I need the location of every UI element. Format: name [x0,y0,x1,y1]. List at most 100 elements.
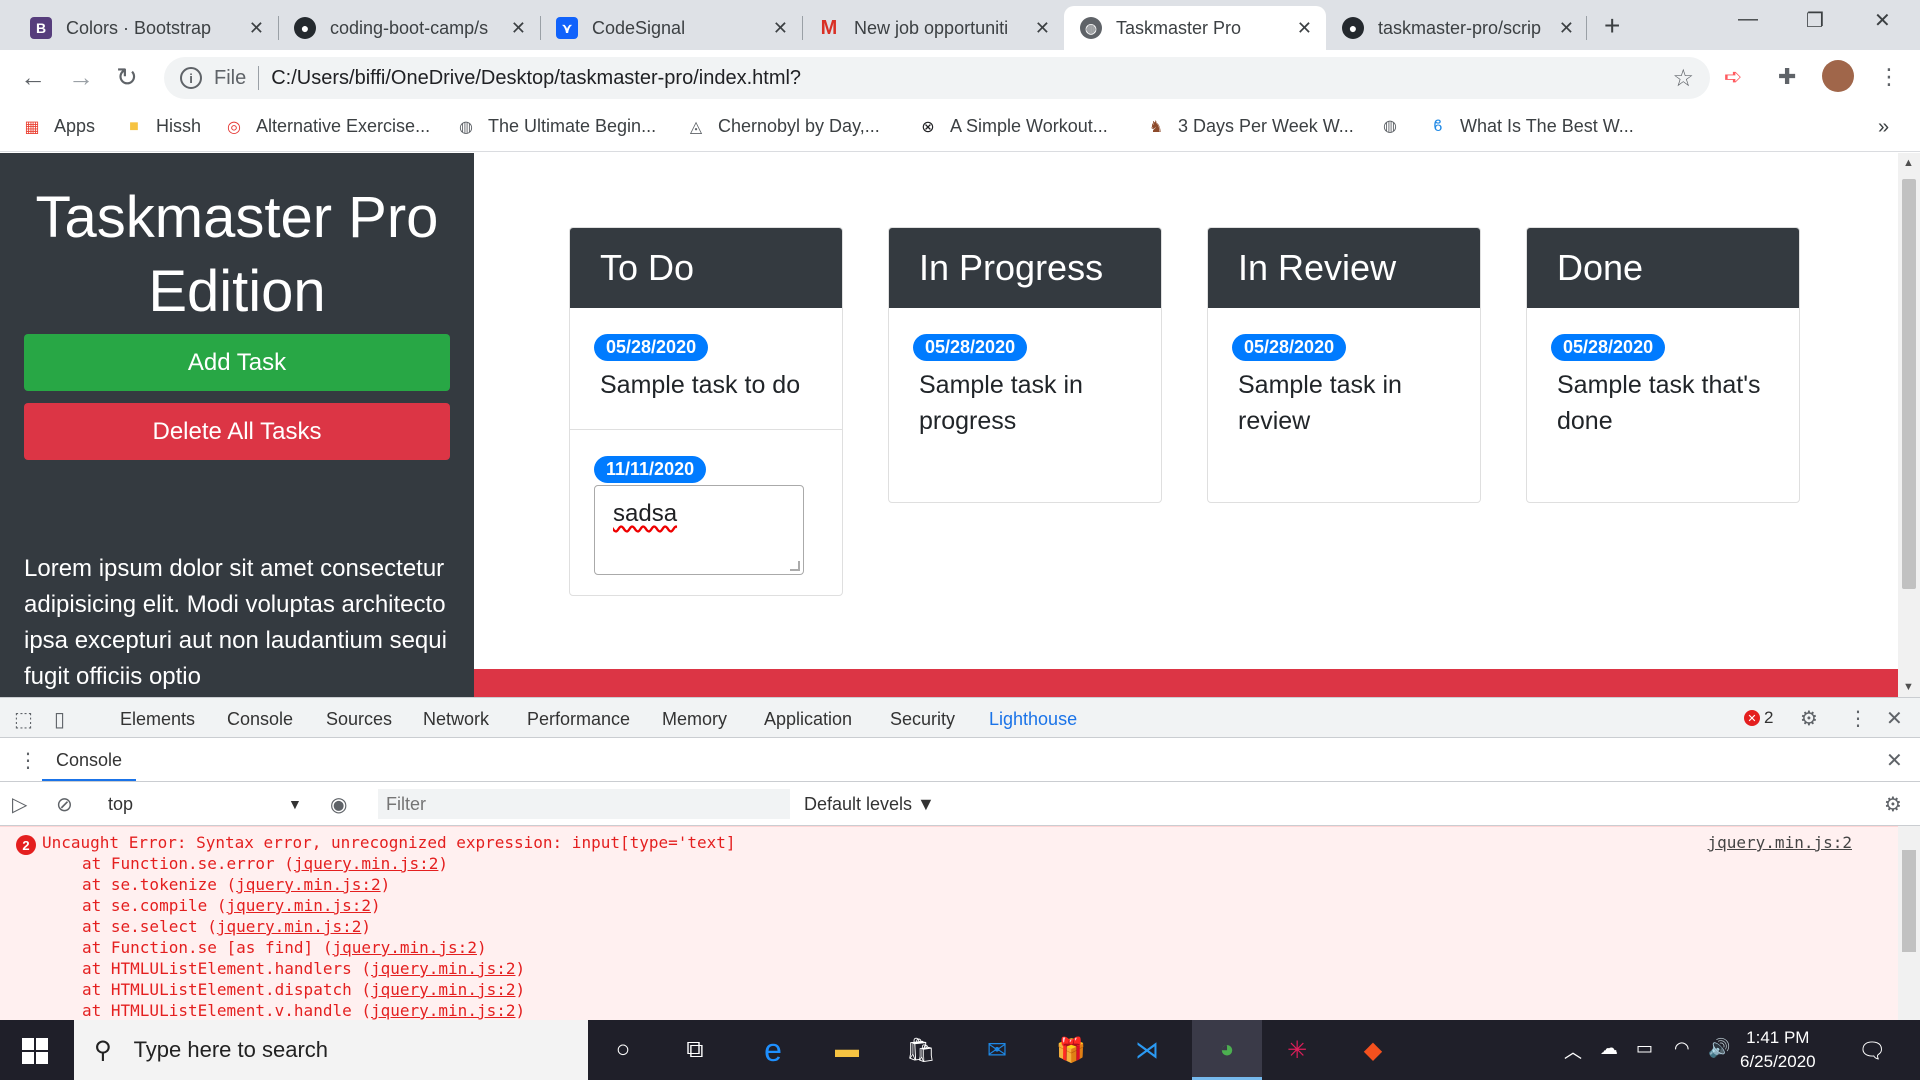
task-description[interactable]: Sample task to do [600,367,812,403]
close-tab-icon[interactable]: ✕ [249,18,264,39]
clear-console-icon[interactable]: ⊘ [56,792,73,817]
drawer-menu-icon[interactable]: ⋮ [18,748,38,773]
windows-start-icon[interactable] [22,1038,48,1064]
puzzle-extensions-icon[interactable]: ✚ [1778,64,1796,90]
devtools-tab-sources[interactable]: Sources [326,709,392,730]
page-scrollbar[interactable]: ▲ ▼ [1898,153,1920,697]
onedrive-cloud-icon[interactable]: ☁ [1600,1038,1618,1059]
task-description[interactable]: Sample task in progress [919,367,1131,439]
forward-arrow-icon[interactable]: → [68,62,94,93]
device-toolbar-icon[interactable]: ▯ [54,707,65,732]
scrollbar-thumb[interactable] [1902,850,1916,952]
show-sidebar-icon[interactable]: ▷ [12,792,27,817]
console-filter-input[interactable] [378,789,790,819]
back-arrow-icon[interactable]: ← [20,62,46,93]
close-tab-icon[interactable]: ✕ [1559,18,1574,39]
url-text[interactable]: C:/Users/biffi/OneDrive/Desktop/taskmast… [271,67,801,90]
devtools-tab-lighthouse[interactable]: Lighthouse [972,709,1094,740]
bookmark-alternative-exercise[interactable]: ◎ Alternative Exercise... [224,116,430,137]
edge-icon[interactable]: e [754,1032,792,1068]
close-tab-icon[interactable]: ✕ [511,18,526,39]
wifi-icon[interactable]: ◠ [1674,1038,1690,1059]
settings-gear-icon[interactable]: ⚙ [1800,706,1818,731]
stack-frame-link[interactable]: jquery.min.js:2 [294,854,439,873]
drawer-tab-console[interactable]: Console [41,750,137,781]
task-view-icon[interactable]: ⧉ [676,1032,714,1068]
devtools-tab-network[interactable]: Network [423,709,489,730]
bookmark-star-icon[interactable]: ☆ [1672,64,1694,93]
resize-grip-icon[interactable] [790,561,800,571]
task-description[interactable]: Sample task in review [1238,367,1450,439]
add-task-button[interactable]: Add Task [24,334,450,391]
more-options-icon[interactable]: ⋮ [1848,706,1868,731]
task-date-badge[interactable]: 11/11/2020 [594,456,707,483]
devtools-tab-console[interactable]: Console [227,709,293,730]
task-item[interactable]: 05/28/2020 Sample task in review [1208,308,1480,439]
gitkraken-icon[interactable]: ◆ [1354,1032,1392,1068]
address-bar[interactable]: i File C:/Users/biffi/OneDrive/Desktop/t… [164,57,1710,99]
battery-icon[interactable]: ▭ [1636,1038,1653,1059]
taskbar-clock[interactable]: 1:41 PM 6/25/2020 [1740,1026,1816,1074]
delete-all-tasks-button[interactable]: Delete All Tasks [24,403,450,460]
devtools-tab-application[interactable]: Application [764,709,852,730]
task-item[interactable]: 05/28/2020 Sample task that's done [1527,308,1799,439]
task-date-badge[interactable]: 05/28/2020 [1232,334,1347,361]
bookmark-hissh[interactable]: ■ Hissh [124,116,201,137]
gift-app-icon[interactable]: 🎁 [1052,1032,1090,1068]
bookmark-chernobyl[interactable]: ◬ Chernobyl by Day,... [686,116,880,137]
info-icon[interactable]: i [180,67,202,89]
error-counter[interactable]: ✕ 2 [1744,708,1773,728]
error-source-link[interactable]: jquery.min.js:2 [1708,833,1853,852]
close-tab-icon[interactable]: ✕ [1297,18,1312,39]
browser-tab-github-taskmaster[interactable]: ● taskmaster-pro/scrip ✕ [1326,6,1588,50]
volume-icon[interactable]: 🔊 [1708,1038,1730,1059]
task-item[interactable]: 05/28/2020 Sample task in progress [889,308,1161,439]
stack-frame-link[interactable]: jquery.min.js:2 [236,875,381,894]
stack-frame-link[interactable]: jquery.min.js:2 [371,980,516,999]
cortana-icon[interactable]: ○ [604,1032,642,1068]
scroll-up-icon[interactable]: ▲ [1903,157,1914,169]
bookmark-3-days-per-week[interactable]: ♞ 3 Days Per Week W... [1146,116,1354,137]
context-selector[interactable]: top [108,794,133,815]
bookmark-globe[interactable]: ◍ [1380,116,1412,136]
inspect-element-icon[interactable]: ⬚ [14,707,33,732]
chrome-icon[interactable]: ◕ [1208,1032,1246,1068]
chevron-down-icon[interactable]: ▼ [288,796,302,812]
bookmarks-overflow-icon[interactable]: » [1878,116,1889,139]
stack-frame-link[interactable]: jquery.min.js:2 [371,959,516,978]
minimize-icon[interactable]: — [1738,8,1758,31]
browser-tab-codesignal[interactable]: ⋎ CodeSignal ✕ [540,6,802,50]
browser-tab-taskmaster-pro[interactable]: ◍ Taskmaster Pro ✕ [1064,6,1326,50]
bookmark-what-is-the-best[interactable]: ϐ What Is The Best W... [1428,116,1633,137]
stack-frame-link[interactable]: jquery.min.js:2 [217,917,362,936]
devtools-tab-security[interactable]: Security [890,709,955,730]
devtools-tab-elements[interactable]: Elements [120,709,195,730]
devtools-tab-memory[interactable]: Memory [662,709,727,730]
microsoft-store-icon[interactable]: 🛍 [902,1032,940,1068]
close-devtools-icon[interactable]: ✕ [1886,706,1903,731]
log-levels-dropdown[interactable]: Default levels ▼ [804,794,935,815]
close-window-icon[interactable]: ✕ [1874,8,1891,33]
browser-tab-gmail[interactable]: M New job opportuniti ✕ [802,6,1064,50]
bookmark-apps[interactable]: ▦ Apps [22,116,95,137]
new-tab-button[interactable]: + [1604,10,1620,42]
console-scrollbar[interactable] [1898,826,1920,1021]
close-tab-icon[interactable]: ✕ [1035,18,1050,39]
taskbar-search-box[interactable]: ⚲ Type here to search [74,1020,588,1080]
tray-chevron-up-icon[interactable]: ︿ [1564,1038,1582,1064]
task-item-editing[interactable]: 11/11/2020 sadsa [570,429,842,595]
stack-frame-link[interactable]: jquery.min.js:2 [371,1001,516,1020]
restore-icon[interactable]: ❐ [1806,8,1824,33]
devtools-tab-performance[interactable]: Performance [527,709,630,730]
task-date-badge[interactable]: 05/28/2020 [1551,334,1666,361]
slack-icon[interactable]: ✳ [1278,1032,1316,1068]
vscode-icon[interactable]: ⋊ [1128,1032,1166,1068]
browser-tab-github-coding-boot-camp[interactable]: ● coding-boot-camp/s ✕ [278,6,540,50]
notifications-icon[interactable]: 🗨 [1858,1038,1886,1064]
bookmark-simple-workout[interactable]: ⊗ A Simple Workout... [918,116,1107,137]
live-expression-eye-icon[interactable]: ◉ [330,792,347,817]
bookmark-ultimate-beginner[interactable]: ◍ The Ultimate Begin... [456,116,656,137]
menu-kebab-icon[interactable]: ⋮ [1878,64,1900,90]
stack-frame-link[interactable]: jquery.min.js:2 [227,896,372,915]
close-tab-icon[interactable]: ✕ [773,18,788,39]
